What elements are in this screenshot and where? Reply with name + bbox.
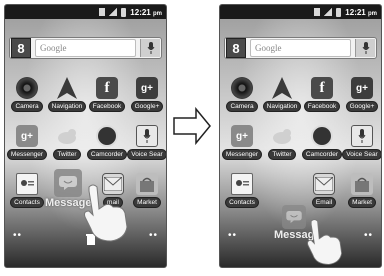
app-navigation[interactable]: Navigation xyxy=(262,77,302,117)
page-indicator-left: •• xyxy=(228,230,238,241)
contacts-card-icon xyxy=(231,173,253,195)
phone-screen-after: 12:21 pm 8 Google Camera Navigation f Fa… xyxy=(219,4,382,268)
app-twitter[interactable]: Twitter xyxy=(262,125,302,165)
messenger-icon: g+ xyxy=(16,125,38,147)
app-voice-search[interactable]: Voice Sear xyxy=(127,125,166,165)
sim-icon xyxy=(99,8,106,16)
app-camcorder[interactable]: Camcorder xyxy=(86,125,128,165)
microphone-icon xyxy=(136,125,158,147)
app-label: Camcorder xyxy=(301,149,343,160)
google-plus-icon: g+ xyxy=(136,77,158,99)
google-plus-icon: g+ xyxy=(351,77,373,99)
camcorder-icon xyxy=(311,125,333,147)
microphone-icon xyxy=(362,42,369,54)
signal-icon xyxy=(324,8,333,16)
navigation-arrow-icon xyxy=(56,77,78,99)
finger-hand-icon xyxy=(84,184,128,242)
messenger-icon: g+ xyxy=(231,125,253,147)
app-label: Contacts xyxy=(225,197,259,208)
google-search-widget[interactable]: 8 Google xyxy=(9,37,162,59)
app-label: Voice Sear xyxy=(127,149,166,160)
transition-arrow-icon xyxy=(173,106,211,146)
app-label: Camera xyxy=(11,101,43,112)
app-label: Email xyxy=(311,197,337,208)
app-contacts[interactable]: Contacts xyxy=(7,173,47,213)
app-label: Twitter xyxy=(53,149,81,160)
app-label: Navigation xyxy=(47,101,87,112)
search-input[interactable]: Google xyxy=(250,39,351,57)
app-messenger[interactable]: g+ Messenger xyxy=(221,125,263,165)
page-indicator-right: •• xyxy=(363,230,373,241)
battery-icon xyxy=(336,7,342,17)
app-label: Voice Sear xyxy=(342,149,381,160)
facebook-icon: f xyxy=(311,77,333,99)
app-camcorder[interactable]: Camcorder xyxy=(301,125,343,165)
app-label: Twitter xyxy=(268,149,296,160)
google-search-widget[interactable]: 8 Google xyxy=(224,37,377,59)
app-label: Camcorder xyxy=(86,149,128,160)
app-messenger[interactable]: g+ Messenger xyxy=(6,125,48,165)
search-input[interactable]: Google xyxy=(35,39,136,57)
signal-icon xyxy=(109,8,118,16)
navigation-arrow-icon xyxy=(271,77,293,99)
app-label: Market xyxy=(348,197,376,208)
status-time: 12:21 pm xyxy=(345,7,377,17)
app-label: Contacts xyxy=(10,197,44,208)
contacts-card-icon xyxy=(16,173,38,195)
app-label: Messenger xyxy=(221,149,263,160)
app-camera[interactable]: Camera xyxy=(7,77,47,117)
market-bag-icon xyxy=(351,173,373,195)
twitter-bird-icon xyxy=(271,125,293,147)
voice-search-button[interactable] xyxy=(140,39,160,57)
google-logo-icon[interactable]: 8 xyxy=(226,38,246,58)
twitter-bird-icon xyxy=(56,125,78,147)
page-indicator-left: •• xyxy=(13,230,23,241)
app-label: Navigation xyxy=(262,101,302,112)
app-label: Market xyxy=(133,197,161,208)
google-logo-icon[interactable]: 8 xyxy=(11,38,31,58)
app-googleplus[interactable]: g+ Google+ xyxy=(127,77,166,117)
app-label: Google+ xyxy=(345,101,379,112)
app-label: Camera xyxy=(226,101,258,112)
app-contacts[interactable]: Contacts xyxy=(222,173,262,213)
camera-icon xyxy=(231,77,253,99)
email-envelope-icon xyxy=(313,173,335,195)
microphone-icon xyxy=(351,125,373,147)
sim-icon xyxy=(314,8,321,16)
app-label: Messenger xyxy=(6,149,48,160)
camcorder-icon xyxy=(96,125,118,147)
app-camera[interactable]: Camera xyxy=(222,77,262,117)
app-googleplus[interactable]: g+ Google+ xyxy=(342,77,381,117)
finger-hand-icon xyxy=(307,219,343,265)
app-label: Google+ xyxy=(130,101,164,112)
facebook-icon: f xyxy=(96,77,118,99)
app-navigation[interactable]: Navigation xyxy=(47,77,87,117)
status-time: 12:21 pm xyxy=(130,7,162,17)
status-bar: 12:21 pm xyxy=(220,5,381,19)
market-bag-icon xyxy=(136,173,158,195)
app-twitter[interactable]: Twitter xyxy=(47,125,87,165)
battery-icon xyxy=(121,7,127,17)
page-indicator-right: •• xyxy=(148,230,158,241)
app-facebook[interactable]: f Facebook xyxy=(87,77,127,117)
app-market[interactable]: Market xyxy=(342,173,381,213)
app-label: Facebook xyxy=(303,101,341,112)
phone-screen-before: 12:21 pm 8 Google Camera Navigation f Fa… xyxy=(4,4,167,268)
microphone-icon xyxy=(147,42,154,54)
status-bar: 12:21 pm xyxy=(5,5,166,19)
camera-icon xyxy=(16,77,38,99)
app-label: Facebook xyxy=(88,101,126,112)
app-voice-search[interactable]: Voice Sear xyxy=(342,125,381,165)
voice-search-button[interactable] xyxy=(355,39,375,57)
app-facebook[interactable]: f Facebook xyxy=(302,77,342,117)
